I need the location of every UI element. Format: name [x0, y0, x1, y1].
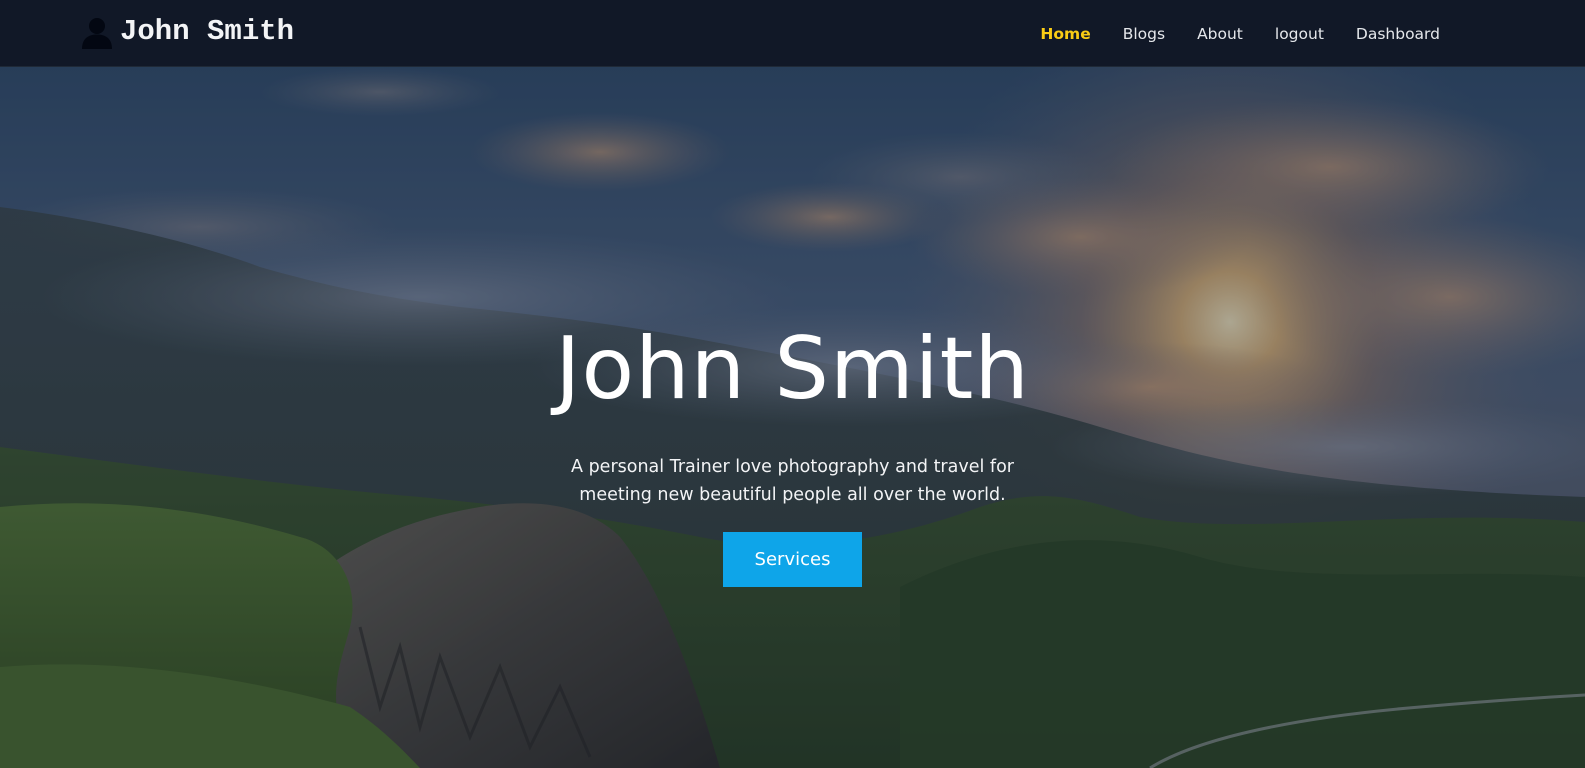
hero-title: John Smith: [555, 319, 1030, 419]
hero-subtitle: A personal Trainer love photography and …: [571, 457, 1014, 505]
main-nav: Home Blogs About logout Dashboard: [1040, 0, 1440, 67]
nav-link-dashboard[interactable]: Dashboard: [1356, 25, 1440, 43]
nav-link-about[interactable]: About: [1197, 25, 1243, 43]
nav-link-logout[interactable]: logout: [1275, 25, 1324, 43]
nav-link-home[interactable]: Home: [1040, 25, 1090, 43]
hero-section: John Smith A personal Trainer love photo…: [0, 67, 1585, 768]
navbar: John Smith Home Blogs About logout Dashb…: [0, 0, 1585, 67]
user-silhouette-icon: [82, 18, 112, 49]
services-button[interactable]: Services: [723, 532, 862, 587]
nav-link-blogs[interactable]: Blogs: [1123, 25, 1165, 43]
brand[interactable]: John Smith: [80, 14, 294, 50]
hero-content: John Smith A personal Trainer love photo…: [0, 67, 1585, 768]
brand-name: John Smith: [120, 15, 295, 48]
